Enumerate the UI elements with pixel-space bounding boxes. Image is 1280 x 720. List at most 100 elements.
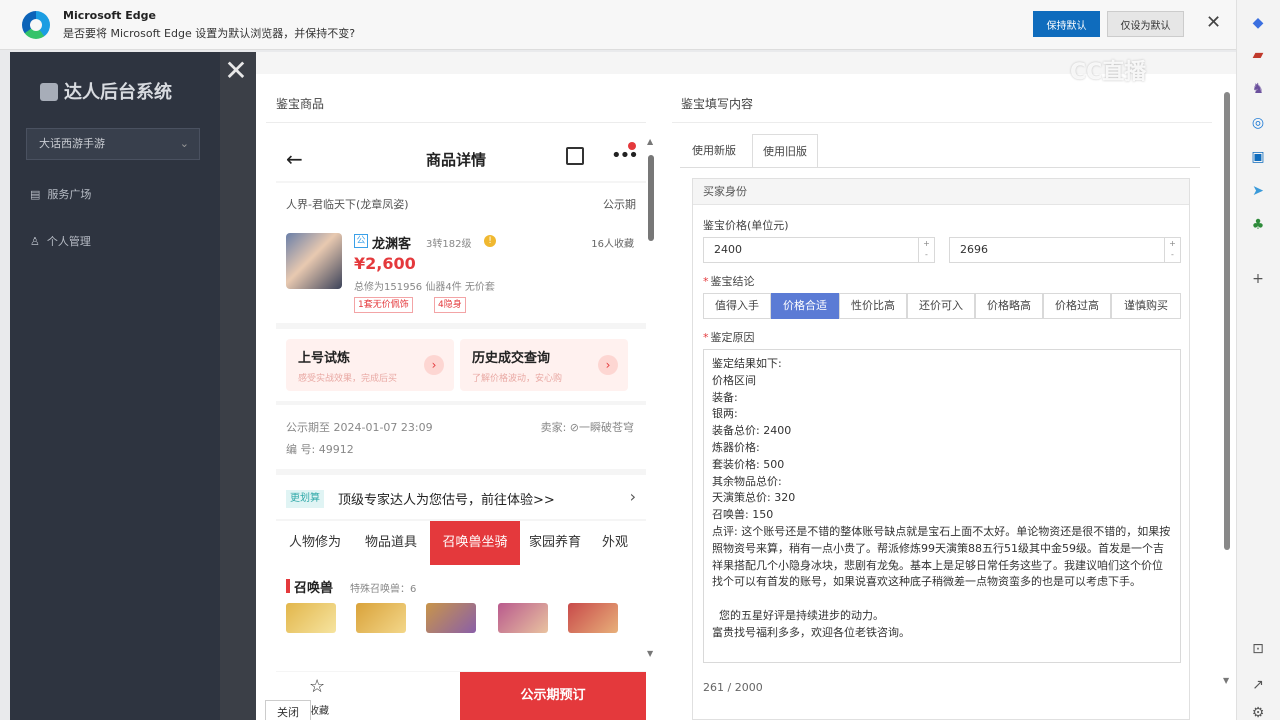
settings-icon[interactable]: ⚙ [1249, 704, 1267, 720]
price-min-input[interactable]: 2400 + - [703, 237, 935, 263]
right-section-title: 鉴宝填写内容 [681, 97, 754, 111]
bottom-action-bar: ☆ 收藏 公示期预订 [276, 672, 646, 720]
promo-badge: 更划算 [286, 490, 324, 508]
outlook-icon[interactable]: ▣ [1249, 148, 1267, 166]
appraisal-drawer: 鉴宝商品 鉴宝填写内容 ← 商品详情 ••• 人界-君临天下(龙章凤姿) 公示期… [256, 52, 1236, 720]
sidebar-item-personal[interactable]: ♙ 个人管理 [30, 233, 91, 249]
admin-logo: 达人后台系统 [40, 78, 172, 104]
external-link-icon[interactable]: ↗ [1249, 676, 1267, 694]
trial-card[interactable]: 上号试炼 感受实战效果，完成后买 › [286, 339, 454, 391]
pet-thumbnail[interactable] [286, 603, 336, 633]
pet-thumbnail[interactable] [356, 603, 406, 633]
toolbox-icon[interactable]: ▰ [1249, 46, 1267, 64]
keep-default-button[interactable]: 保持默认 [1033, 11, 1100, 37]
product-header: ← 商品详情 ••• [276, 137, 646, 181]
serial-number: 编 号: 49912 [286, 443, 354, 456]
period-end: 公示期至 2024-01-07 23:09 [286, 421, 433, 434]
avatar [286, 233, 342, 289]
admin-logo-text: 达人后台系统 [64, 82, 172, 103]
conclusion-option[interactable]: 还价可入 [907, 293, 975, 319]
role-name: 龙渊客 [372, 237, 412, 252]
pet-thumbnail[interactable] [426, 603, 476, 633]
conclusion-option[interactable]: 性价比高 [839, 293, 907, 319]
star-icon[interactable]: ☆ [309, 676, 325, 697]
conclusion-option[interactable]: 价格合适 [771, 293, 839, 319]
price-label: 鉴宝价格(单位元) [703, 219, 789, 232]
close-icon[interactable]: ✕ [1206, 12, 1221, 33]
conclusion-option[interactable]: 价格过高 [1043, 293, 1111, 319]
form-scrollbar[interactable]: ▼ [1222, 92, 1232, 692]
pet-thumbnail[interactable] [498, 603, 548, 633]
sidebar-item-label: 服务广场 [47, 188, 92, 201]
tab-appearance[interactable]: 外观 [590, 521, 640, 565]
sidebar-item-service-square[interactable]: ▤ 服务广场 [30, 186, 91, 202]
conclusion-option[interactable]: 价格略高 [975, 293, 1043, 319]
scroll-down-icon[interactable]: ▼ [1223, 676, 1229, 685]
conclusion-option[interactable]: 值得入手 [703, 293, 771, 319]
divider [266, 122, 646, 123]
product-attrs: 总修为151956 仙器4件 无价套 [354, 282, 495, 293]
chevron-down-icon: ⌄ [179, 137, 189, 150]
scroll-down-icon[interactable]: ▼ [647, 649, 653, 658]
scroll-up-icon[interactable]: ▲ [647, 137, 653, 146]
tab-items[interactable]: 物品道具 [354, 521, 428, 565]
share-icon[interactable] [566, 147, 584, 165]
tab-new-version[interactable]: 使用新版 [682, 134, 746, 168]
history-card[interactable]: 历史成交查询 了解价格波动，安心购 › [460, 339, 628, 391]
back-arrow-icon[interactable]: ← [286, 147, 303, 171]
reason-label: * 鉴定原因 [703, 331, 755, 344]
office-icon[interactable]: ◎ [1249, 114, 1267, 132]
favorites-count: 16人收藏 [591, 239, 634, 250]
screenshot-icon[interactable]: ⊡ [1249, 640, 1267, 658]
logo-icon [40, 83, 58, 101]
drawer-close-icon[interactable]: ✕ [222, 56, 250, 88]
char-counter: 261 / 2000 [703, 681, 763, 694]
tab-divider [680, 167, 1200, 168]
buyer-panel: 买家身份 鉴宝价格(单位元) 2400 + - 2696 + - * 鉴宝结论 值得入… [692, 178, 1190, 720]
tab-home[interactable]: 家园养育 [522, 521, 588, 565]
product-header-title: 商品详情 [426, 151, 487, 169]
product-tag: 4隐身 [434, 297, 466, 313]
preview-scrollbar[interactable]: ▲ ▼ [646, 137, 656, 720]
appraisal-form: 使用新版 使用旧版 买家身份 鉴宝价格(单位元) 2400 + - 2696 + -… [680, 134, 1200, 720]
reason-textarea[interactable]: 鉴定结果如下: 价格区间 装备: 银两: 装备总价: 2400 炼器价格: 套装… [703, 349, 1181, 663]
edge-bar-message: 是否要将 Microsoft Edge 设置为默认浏览器，并保持不变? [63, 27, 356, 40]
set-default-only-button[interactable]: 仅设为默认 [1107, 11, 1184, 37]
add-icon[interactable]: + [1249, 270, 1267, 288]
close-button[interactable]: 关闭 [265, 700, 311, 720]
reason-label-text: 鉴定原因 [710, 331, 755, 344]
scroll-thumb[interactable] [1224, 92, 1230, 550]
notification-dot [628, 142, 636, 150]
divider [672, 122, 1212, 123]
scroll-thumb[interactable] [648, 155, 654, 241]
history-title: 历史成交查询 [472, 351, 551, 366]
conclusion-option[interactable]: 谨慎购买 [1111, 293, 1181, 319]
price-max-input[interactable]: 2696 + - [949, 237, 1181, 263]
price-min-stepper[interactable]: + - [918, 238, 934, 262]
edge-bar-title: Microsoft Edge [63, 9, 156, 22]
tab-pets-mounts[interactable]: 召唤兽坐骑 [430, 521, 520, 565]
tag-icon[interactable]: ◆ [1249, 14, 1267, 32]
chess-icon[interactable]: ♞ [1249, 80, 1267, 98]
section-marker [286, 579, 290, 593]
product-summary-card: 人界-君临天下(龙章凤姿) 公示期 公 龙渊客 3转182级 ! 16人收藏 ¥… [276, 183, 646, 323]
promo-banner[interactable]: 更划算 顶级专家达人为您估号，前往体验>> › [276, 475, 646, 519]
category-section: 人物修为 物品道具 召唤兽坐骑 家园养育 外观 召唤兽 特殊召唤兽：6 [276, 521, 646, 671]
game-select[interactable]: 大话西游手游 ⌄ [26, 128, 200, 160]
tree-icon[interactable]: ♣ [1249, 216, 1267, 234]
trial-title: 上号试炼 [298, 351, 351, 366]
info-icon[interactable]: ! [484, 235, 496, 247]
reserve-button[interactable]: 公示期预订 [460, 672, 646, 720]
tab-character[interactable]: 人物修为 [278, 521, 352, 565]
watermark: CC直播 [1070, 60, 1147, 85]
price-min-value: 2400 [714, 243, 742, 256]
send-icon[interactable]: ➤ [1249, 182, 1267, 200]
pet-thumbnail[interactable] [568, 603, 618, 633]
favorite-label: 收藏 [309, 706, 329, 717]
pet-section-title: 召唤兽 [294, 581, 334, 596]
product-tag: 1套无价佩饰 [354, 297, 413, 313]
chevron-right-icon: › [424, 355, 444, 375]
tab-old-version[interactable]: 使用旧版 [752, 134, 818, 168]
product-price: ¥2,600 [354, 254, 416, 273]
price-max-stepper[interactable]: + - [1164, 238, 1180, 262]
